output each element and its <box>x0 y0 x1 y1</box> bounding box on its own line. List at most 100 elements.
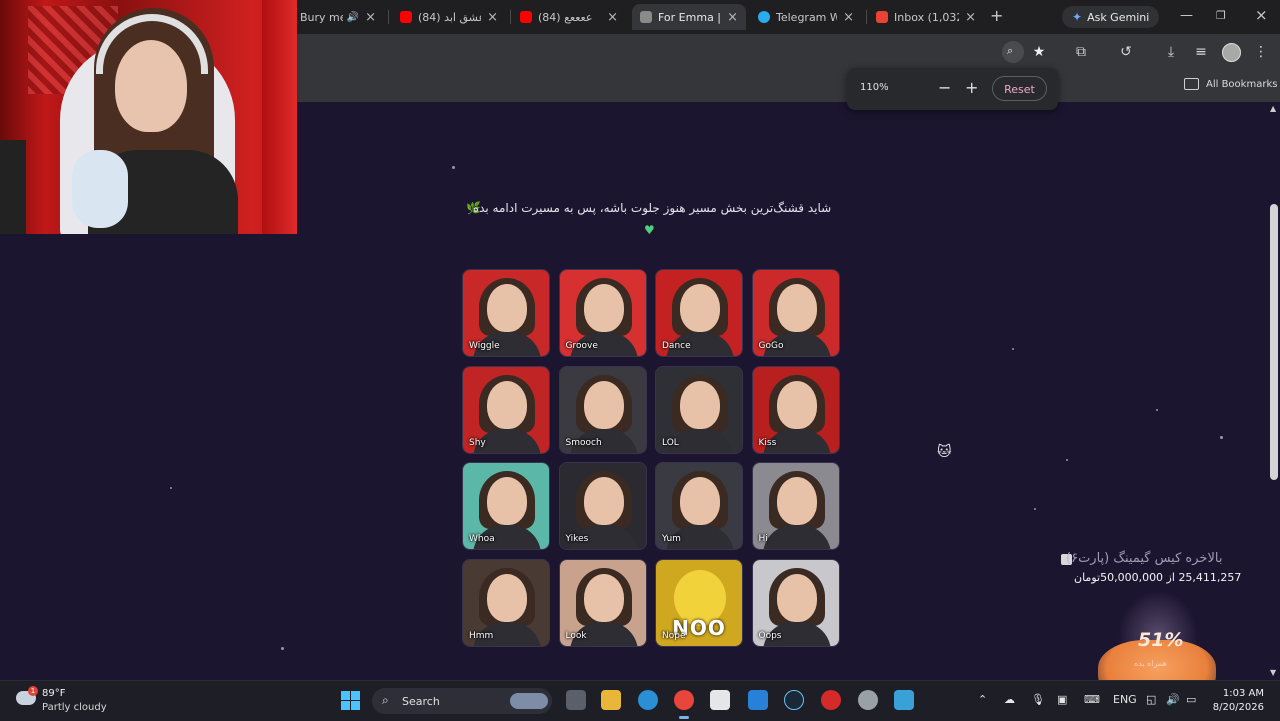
page-headline: شاید قشنگ‌ترین بخش مسیر هنوز جلوت باشه، … <box>472 201 832 215</box>
speaker-icon: 🔊 <box>346 11 360 23</box>
star-dot <box>281 647 284 650</box>
gemini-sparkle-icon: ✦ <box>1072 10 1083 24</box>
zoom-indicator-button[interactable]: ⌕ <box>1002 41 1024 63</box>
keyboard-icon[interactable]: ⌨ <box>1084 693 1100 706</box>
microphone-tray-icon[interactable]: 🎙 <box>1031 693 1045 706</box>
tab-gmail[interactable]: Inbox (1,032) × <box>868 4 984 30</box>
close-window-button[interactable]: × <box>1255 6 1268 24</box>
start-tile <box>341 691 350 700</box>
wall-light <box>262 0 297 234</box>
reaction-tile-look[interactable]: Look <box>558 558 647 647</box>
windows-start-button[interactable] <box>341 691 360 710</box>
tray-app-icon[interactable]: ☁ <box>1004 693 1015 706</box>
profile-avatar[interactable] <box>1222 43 1241 62</box>
reaction-tile-lol[interactable]: LOL <box>655 365 743 454</box>
minimize-button[interactable]: — <box>1180 8 1193 23</box>
obs-icon[interactable] <box>858 690 878 710</box>
tile-label: Wiggle <box>469 341 500 351</box>
all-bookmarks-button[interactable]: All Bookmarks <box>1184 78 1277 90</box>
donation-goal-percent: 51% <box>1138 629 1184 651</box>
taskbar-date[interactable]: 8/20/2026 <box>1209 702 1264 713</box>
extensions-icon[interactable]: ⧉ <box>1072 43 1090 61</box>
taskbar-search[interactable]: ⌕ Search <box>372 688 552 714</box>
tile-face <box>487 573 527 622</box>
start-tile <box>351 701 360 710</box>
reaction-tile-oops[interactable]: Oops <box>751 558 840 647</box>
tab-label: عشق ابد (84) <box>418 10 482 24</box>
scroll-up-arrow-icon[interactable]: ▲ <box>1270 104 1276 113</box>
reaction-tile-wiggle[interactable]: Wiggle <box>462 269 550 357</box>
zoom-out-button[interactable]: − <box>938 78 951 97</box>
close-icon[interactable]: × <box>365 10 376 25</box>
media-controls-icon[interactable]: ≡ <box>1192 43 1210 61</box>
taskbar-time[interactable]: 1:03 AM <box>1219 688 1264 699</box>
tile-face <box>680 477 720 525</box>
app-icon-red[interactable] <box>821 690 841 710</box>
steam-icon[interactable] <box>784 690 804 710</box>
reaction-tile-gogo[interactable]: GoGo <box>751 269 840 357</box>
bookmark-star-icon[interactable]: ★ <box>1030 43 1048 61</box>
network-icon[interactable]: ◱ <box>1146 693 1156 706</box>
tab-label: Inbox (1,032) <box>894 10 959 24</box>
tray-display-icon[interactable]: ▣ <box>1057 693 1067 706</box>
tab-divider <box>388 10 389 24</box>
tab-divider <box>866 10 867 24</box>
reaction-tile-groove[interactable]: Groove <box>558 269 647 357</box>
menu-kebab-icon[interactable]: ⋮ <box>1252 43 1270 61</box>
tile-face <box>487 284 527 332</box>
ask-gemini-button[interactable]: ✦ Ask Gemini <box>1062 6 1160 28</box>
tray-overflow-icon[interactable]: ⌃ <box>978 693 987 706</box>
tab-youtube-2[interactable]: ععععع (84) × <box>512 4 626 30</box>
webcam-overlay <box>0 0 297 234</box>
tab-youtube-1[interactable]: عشق ابد (84) × <box>392 4 506 30</box>
tab-label: For Emma | D <box>658 10 722 24</box>
tab-bury-me[interactable]: Bury me 🔊 × <box>292 4 384 30</box>
tile-label: Hmm <box>469 630 494 641</box>
reaction-tile-smooch[interactable]: Smooch <box>558 365 647 454</box>
tab-telegram[interactable]: Telegram We × <box>750 4 862 30</box>
reaction-tile-yikes[interactable]: Yikes <box>558 462 647 550</box>
language-indicator[interactable]: ENG <box>1113 693 1137 706</box>
download-icon[interactable]: ⤓ <box>1162 43 1180 61</box>
edge-icon[interactable] <box>638 690 658 710</box>
app-icon-blue[interactable] <box>748 690 768 710</box>
store-icon[interactable] <box>710 690 730 710</box>
close-icon[interactable]: × <box>487 10 498 25</box>
scrollbar-thumb[interactable] <box>1270 204 1278 480</box>
close-icon[interactable]: × <box>727 10 738 25</box>
battery-icon[interactable]: ▭ <box>1186 693 1196 706</box>
reaction-tile-nope[interactable]: NOO Nope <box>655 558 743 647</box>
close-icon[interactable]: × <box>843 10 854 25</box>
close-icon[interactable]: × <box>965 10 976 25</box>
tab-for-emma[interactable]: For Emma | D × <box>632 4 746 30</box>
star-dot <box>1066 459 1068 461</box>
search-label: Search <box>402 695 440 708</box>
new-tab-button[interactable]: + <box>990 6 1003 25</box>
reaction-tile-yum[interactable]: Yum <box>655 462 743 550</box>
scroll-down-arrow-icon[interactable]: ▼ <box>1270 668 1276 677</box>
tile-face <box>776 573 817 622</box>
notepad-icon[interactable] <box>894 690 914 710</box>
zoom-reset-button[interactable]: Reset <box>992 76 1047 101</box>
volume-icon[interactable]: 🔊 <box>1166 693 1180 706</box>
tile-label: Look <box>565 630 587 641</box>
history-icon[interactable]: ↺ <box>1117 43 1135 61</box>
reaction-tile-dance[interactable]: Dance <box>655 269 743 357</box>
reaction-tile-kiss[interactable]: Kiss <box>751 365 840 454</box>
file-explorer-icon[interactable] <box>601 690 621 710</box>
tile-face <box>583 573 624 622</box>
zoom-in-button[interactable]: + <box>965 78 978 97</box>
tile-label: Kiss <box>758 437 777 448</box>
reaction-tile-whoa[interactable]: Whoa <box>462 462 550 550</box>
restore-button[interactable]: ❐ <box>1216 9 1226 22</box>
reaction-tile-hi[interactable]: Hi <box>751 462 840 550</box>
tile-face <box>583 477 624 525</box>
chrome-icon[interactable] <box>674 690 694 719</box>
task-view-icon[interactable] <box>566 690 586 710</box>
reaction-tile-hmm[interactable]: Hmm <box>462 558 550 647</box>
search-highlight-image <box>510 693 548 709</box>
tile-label: Shy <box>469 437 486 448</box>
weather-badge: 1 <box>28 686 38 696</box>
reaction-tile-shy[interactable]: Shy <box>462 365 550 454</box>
close-icon[interactable]: × <box>607 10 618 25</box>
